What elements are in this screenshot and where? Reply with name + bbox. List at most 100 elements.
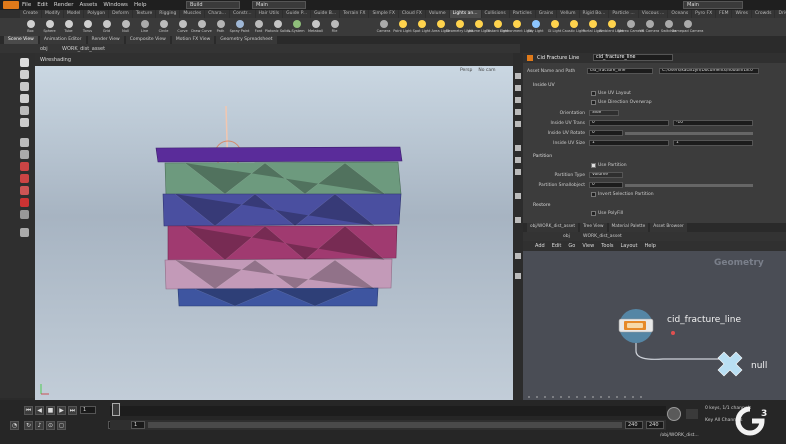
- end-frame-field-2[interactable]: 240: [646, 421, 664, 429]
- tab-motion-fx-view[interactable]: Motion FX View: [171, 36, 215, 44]
- section-restore[interactable]: Restore: [533, 203, 550, 208]
- section-inside-uv[interactable]: Inside UV: [533, 83, 555, 88]
- brush-tool-icon[interactable]: [20, 150, 29, 159]
- net-menu-view[interactable]: View: [582, 243, 594, 249]
- snap-multi-icon[interactable]: [20, 198, 29, 207]
- shelf-null-tool[interactable]: Null: [117, 18, 134, 35]
- tab-composite-view[interactable]: Composite View: [125, 36, 170, 44]
- shelf-torus-tool[interactable]: Torus: [79, 18, 96, 35]
- display-options-icon[interactable]: [20, 228, 29, 237]
- shelf-sphere-tool[interactable]: Sphere: [41, 18, 58, 35]
- menu-render[interactable]: Render: [54, 2, 74, 8]
- uv-size-x-field[interactable]: 1: [589, 140, 669, 146]
- path-obj[interactable]: obj: [40, 46, 48, 52]
- uv-rotate-slider[interactable]: [625, 132, 753, 135]
- shelf-tab-7[interactable]: Muscles: [180, 10, 205, 18]
- tab-geometry-spreadsheet[interactable]: Geometry Spreadsheet: [216, 36, 277, 44]
- net-menu-tools[interactable]: Tools: [601, 243, 613, 249]
- snap-grid-icon[interactable]: [20, 162, 29, 171]
- shelf-tab-29[interactable]: Crowds: [751, 10, 775, 18]
- realtime-toggle[interactable]: ◔: [10, 421, 19, 430]
- shelf-tab-3[interactable]: Polygon: [84, 10, 109, 18]
- use-uv-layout-checkbox[interactable]: [591, 91, 596, 96]
- network-view[interactable]: [523, 251, 786, 400]
- desktop-select-2[interactable]: Main: [252, 1, 306, 9]
- stop-button[interactable]: ■: [46, 406, 55, 415]
- shelf-tab-14[interactable]: Simple FX: [369, 10, 398, 18]
- shelf-tab-0[interactable]: Create: [20, 10, 41, 18]
- channel-icon[interactable]: [686, 409, 698, 419]
- menu-file[interactable]: File: [22, 2, 31, 8]
- magnet-icon[interactable]: [20, 210, 29, 219]
- playhead[interactable]: [112, 403, 120, 416]
- light-stereo-camera-tool[interactable]: Stereo Camera: [617, 18, 644, 35]
- light-gamepad-camera-tool[interactable]: Gamepad Camera: [672, 18, 703, 35]
- shelf-tab-11[interactable]: Guide P...: [283, 10, 311, 18]
- shelf-tab-28[interactable]: Wires: [732, 10, 751, 18]
- pose-tool-icon[interactable]: [20, 118, 29, 127]
- tab-tree-view[interactable]: Tree View: [580, 223, 607, 232]
- tab-render-view[interactable]: Render View: [87, 36, 124, 44]
- desktop-select-3[interactable]: Main: [683, 1, 743, 9]
- shelf-grid-tool[interactable]: Grid: [98, 18, 115, 35]
- net-path-obj[interactable]: obj: [563, 234, 570, 239]
- shelf-tab-19[interactable]: Particles: [509, 10, 535, 18]
- light-camera-tool[interactable]: Camera: [375, 18, 392, 35]
- viewport-camera-label[interactable]: Persp No cam: [460, 68, 496, 73]
- shelf-tab-5[interactable]: Texture: [132, 10, 156, 18]
- shelf-circle-tool[interactable]: Circle: [155, 18, 172, 35]
- select-tool-icon[interactable]: [20, 58, 29, 67]
- net-menu-go[interactable]: Go: [568, 243, 575, 249]
- tab-material-palette[interactable]: Material Palette: [608, 223, 649, 232]
- jump-start-button[interactable]: ⏮: [24, 406, 33, 415]
- shelf-tab-23[interactable]: Particle ...: [609, 10, 638, 18]
- scope-button[interactable]: ◻: [57, 421, 66, 430]
- menu-edit[interactable]: Edit: [37, 2, 48, 8]
- use-polyfill-checkbox[interactable]: [591, 211, 596, 216]
- global-anim-button[interactable]: ⊙: [46, 421, 55, 430]
- shelf-tab-27[interactable]: FEM: [716, 10, 732, 18]
- partition-type-select[interactable]: Volume: [589, 172, 623, 178]
- uv-trans-x-field[interactable]: 0: [589, 120, 669, 126]
- shelf-tab-30[interactable]: Drive Sim...: [775, 10, 786, 18]
- invert-selection-checkbox[interactable]: [591, 192, 596, 197]
- light-spot-light-tool[interactable]: Spot Light: [413, 18, 430, 35]
- step-forward-button[interactable]: ⏭: [68, 406, 77, 415]
- view-tool-icon[interactable]: [20, 138, 29, 147]
- net-menu-help[interactable]: Help: [645, 243, 656, 249]
- rotate-tool-icon[interactable]: [20, 82, 29, 91]
- shelf-tab-20[interactable]: Grains: [535, 10, 557, 18]
- menu-assets[interactable]: Assets: [79, 2, 97, 8]
- light-environment-light-tool[interactable]: Environment Light: [500, 18, 533, 35]
- shelf-tab-9[interactable]: Constr...: [229, 10, 255, 18]
- shelf-tab-18[interactable]: Collisions: [481, 10, 509, 18]
- shelf-tab-22[interactable]: Rigid Bo...: [579, 10, 609, 18]
- shelf-tab-1[interactable]: Modify: [41, 10, 63, 18]
- shelf-spray-paint-tool[interactable]: Spray Paint: [230, 18, 249, 35]
- uv-rotate-field[interactable]: 0: [589, 130, 623, 136]
- light-caustic-light-tool[interactable]: Caustic Light: [562, 18, 585, 35]
- start-frame-field-2[interactable]: 1: [131, 421, 145, 429]
- scale-tool-icon[interactable]: [20, 94, 29, 103]
- tab-asset-browser[interactable]: Asset Browser: [650, 223, 687, 232]
- light-gi-light-tool[interactable]: GI Light: [546, 18, 563, 35]
- shelf-tab-8[interactable]: Chara...: [205, 10, 229, 18]
- shelf-box-tool[interactable]: Box: [22, 18, 39, 35]
- shelf-tab-17[interactable]: Lights an...: [449, 10, 481, 18]
- shelf-line-tool[interactable]: Line: [136, 18, 153, 35]
- section-partition[interactable]: Partition: [533, 154, 552, 159]
- orientation-select[interactable]: Side: [589, 110, 619, 116]
- play-button[interactable]: ▶: [57, 406, 66, 415]
- net-menu-add[interactable]: Add: [535, 243, 545, 249]
- asset-name-field[interactable]: cid_fracture_line: [587, 68, 653, 74]
- snap-point-icon[interactable]: [20, 186, 29, 195]
- tab-animation-editor[interactable]: Animation Editor: [39, 36, 86, 44]
- shelf-tab-16[interactable]: Volume: [425, 10, 449, 18]
- shelf-draw-curve-tool[interactable]: Draw Curve: [191, 18, 212, 35]
- snap-prim-icon[interactable]: [20, 174, 29, 183]
- net-menu-layout[interactable]: Layout: [621, 243, 638, 249]
- net-path-asset[interactable]: WORK_dist_asset: [583, 234, 622, 239]
- shelf-tab-13[interactable]: Terrain FX: [340, 10, 369, 18]
- shelf-tab-12[interactable]: Guide B...: [311, 10, 340, 18]
- desktop-select[interactable]: Build: [186, 1, 240, 9]
